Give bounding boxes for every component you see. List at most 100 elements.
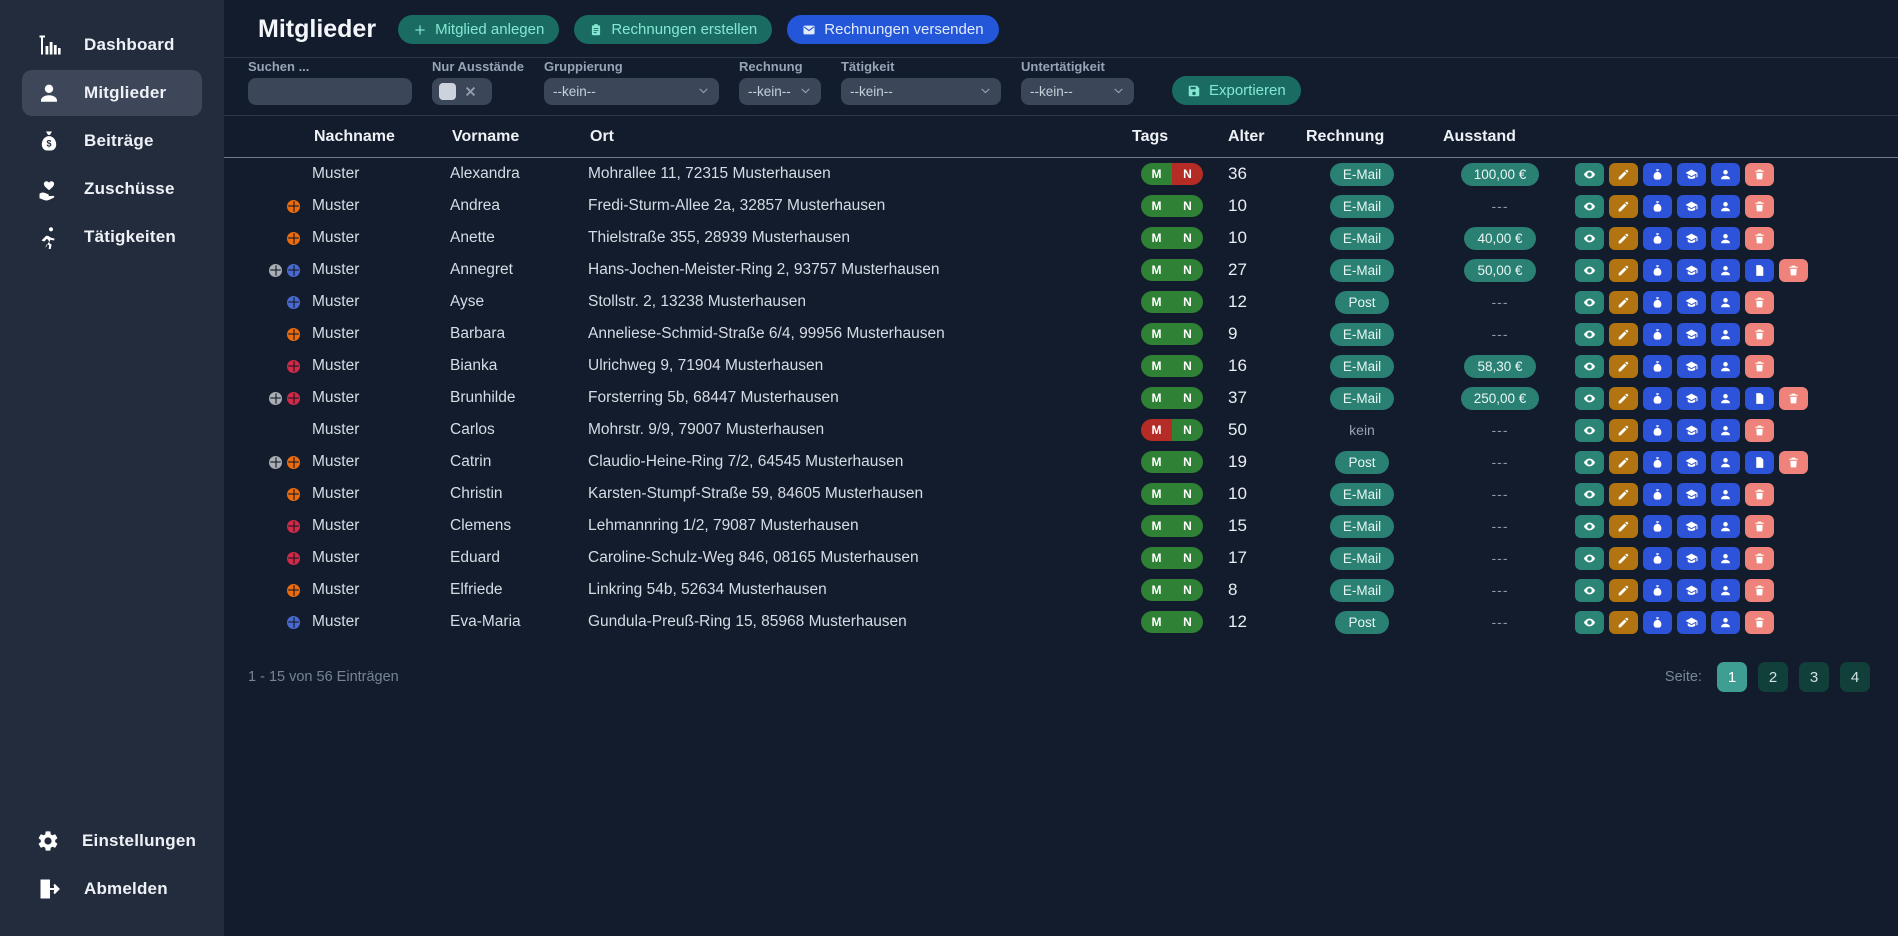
education-button[interactable] bbox=[1677, 611, 1706, 634]
delete-member-button[interactable] bbox=[1745, 579, 1774, 602]
contributions-button[interactable] bbox=[1643, 579, 1672, 602]
contributions-button[interactable] bbox=[1643, 419, 1672, 442]
delete-member-button[interactable] bbox=[1745, 547, 1774, 570]
contributions-button[interactable] bbox=[1643, 451, 1672, 474]
delete-member-button[interactable] bbox=[1745, 323, 1774, 346]
education-button[interactable] bbox=[1677, 323, 1706, 346]
view-member-button[interactable] bbox=[1575, 419, 1604, 442]
sidebar-item-beitraege[interactable]: $Beiträge bbox=[22, 118, 202, 164]
document-button[interactable] bbox=[1745, 387, 1774, 410]
view-member-button[interactable] bbox=[1575, 483, 1604, 506]
member-profile-button[interactable] bbox=[1711, 195, 1740, 218]
edit-member-button[interactable] bbox=[1609, 227, 1638, 250]
education-button[interactable] bbox=[1677, 387, 1706, 410]
sidebar-item-einstellungen[interactable]: Einstellungen bbox=[22, 818, 202, 864]
delete-member-button[interactable] bbox=[1745, 195, 1774, 218]
education-button[interactable] bbox=[1677, 547, 1706, 570]
view-member-button[interactable] bbox=[1575, 451, 1604, 474]
member-profile-button[interactable] bbox=[1711, 291, 1740, 314]
education-button[interactable] bbox=[1677, 291, 1706, 314]
edit-member-button[interactable] bbox=[1609, 259, 1638, 282]
only-arrears-checkbox[interactable] bbox=[439, 83, 456, 100]
delete-member-button[interactable] bbox=[1745, 419, 1774, 442]
delete-member-button[interactable] bbox=[1779, 387, 1808, 410]
member-profile-button[interactable] bbox=[1711, 515, 1740, 538]
education-button[interactable] bbox=[1677, 195, 1706, 218]
edit-member-button[interactable] bbox=[1609, 323, 1638, 346]
page-button-4[interactable]: 4 bbox=[1840, 662, 1870, 692]
member-profile-button[interactable] bbox=[1711, 387, 1740, 410]
view-member-button[interactable] bbox=[1575, 195, 1604, 218]
education-button[interactable] bbox=[1677, 163, 1706, 186]
contributions-button[interactable] bbox=[1643, 227, 1672, 250]
member-profile-button[interactable] bbox=[1711, 419, 1740, 442]
view-member-button[interactable] bbox=[1575, 323, 1604, 346]
contributions-button[interactable] bbox=[1643, 611, 1672, 634]
delete-member-button[interactable] bbox=[1779, 259, 1808, 282]
education-button[interactable] bbox=[1677, 483, 1706, 506]
edit-member-button[interactable] bbox=[1609, 163, 1638, 186]
untertaetigkeit-select[interactable]: --kein-- bbox=[1021, 78, 1134, 105]
member-profile-button[interactable] bbox=[1711, 547, 1740, 570]
sidebar-item-abmelden[interactable]: Abmelden bbox=[22, 866, 202, 912]
contributions-button[interactable] bbox=[1643, 291, 1672, 314]
contributions-button[interactable] bbox=[1643, 547, 1672, 570]
member-profile-button[interactable] bbox=[1711, 323, 1740, 346]
delete-member-button[interactable] bbox=[1745, 515, 1774, 538]
document-button[interactable] bbox=[1745, 451, 1774, 474]
education-button[interactable] bbox=[1677, 579, 1706, 602]
view-member-button[interactable] bbox=[1575, 259, 1604, 282]
delete-member-button[interactable] bbox=[1779, 451, 1808, 474]
member-profile-button[interactable] bbox=[1711, 355, 1740, 378]
education-button[interactable] bbox=[1677, 451, 1706, 474]
contributions-button[interactable] bbox=[1643, 163, 1672, 186]
taetigkeit-select[interactable]: --kein-- bbox=[841, 78, 1001, 105]
page-button-1[interactable]: 1 bbox=[1717, 662, 1747, 692]
search-input[interactable] bbox=[248, 78, 412, 105]
education-button[interactable] bbox=[1677, 515, 1706, 538]
view-member-button[interactable] bbox=[1575, 547, 1604, 570]
edit-member-button[interactable] bbox=[1609, 579, 1638, 602]
export-button[interactable]: Exportieren bbox=[1172, 76, 1301, 105]
rechnungen-versenden-button[interactable]: Rechnungen versenden bbox=[787, 15, 998, 44]
member-profile-button[interactable] bbox=[1711, 611, 1740, 634]
mitglied-anlegen-button[interactable]: Mitglied anlegen bbox=[398, 15, 559, 44]
delete-member-button[interactable] bbox=[1745, 483, 1774, 506]
page-button-2[interactable]: 2 bbox=[1758, 662, 1788, 692]
education-button[interactable] bbox=[1677, 419, 1706, 442]
view-member-button[interactable] bbox=[1575, 355, 1604, 378]
page-button-3[interactable]: 3 bbox=[1799, 662, 1829, 692]
contributions-button[interactable] bbox=[1643, 483, 1672, 506]
delete-member-button[interactable] bbox=[1745, 355, 1774, 378]
edit-member-button[interactable] bbox=[1609, 515, 1638, 538]
contributions-button[interactable] bbox=[1643, 323, 1672, 346]
view-member-button[interactable] bbox=[1575, 227, 1604, 250]
edit-member-button[interactable] bbox=[1609, 451, 1638, 474]
education-button[interactable] bbox=[1677, 259, 1706, 282]
edit-member-button[interactable] bbox=[1609, 547, 1638, 570]
view-member-button[interactable] bbox=[1575, 291, 1604, 314]
view-member-button[interactable] bbox=[1575, 163, 1604, 186]
member-profile-button[interactable] bbox=[1711, 483, 1740, 506]
education-button[interactable] bbox=[1677, 355, 1706, 378]
view-member-button[interactable] bbox=[1575, 387, 1604, 410]
contributions-button[interactable] bbox=[1643, 259, 1672, 282]
edit-member-button[interactable] bbox=[1609, 195, 1638, 218]
member-profile-button[interactable] bbox=[1711, 579, 1740, 602]
member-profile-button[interactable] bbox=[1711, 227, 1740, 250]
sidebar-item-mitglieder[interactable]: Mitglieder bbox=[22, 70, 202, 116]
delete-member-button[interactable] bbox=[1745, 291, 1774, 314]
document-button[interactable] bbox=[1745, 259, 1774, 282]
edit-member-button[interactable] bbox=[1609, 291, 1638, 314]
delete-member-button[interactable] bbox=[1745, 227, 1774, 250]
contributions-button[interactable] bbox=[1643, 387, 1672, 410]
edit-member-button[interactable] bbox=[1609, 355, 1638, 378]
contributions-button[interactable] bbox=[1643, 515, 1672, 538]
view-member-button[interactable] bbox=[1575, 611, 1604, 634]
member-profile-button[interactable] bbox=[1711, 163, 1740, 186]
gruppierung-select[interactable]: --kein-- bbox=[544, 78, 719, 105]
delete-member-button[interactable] bbox=[1745, 611, 1774, 634]
member-profile-button[interactable] bbox=[1711, 451, 1740, 474]
member-profile-button[interactable] bbox=[1711, 259, 1740, 282]
sidebar-item-dashboard[interactable]: Dashboard bbox=[22, 22, 202, 68]
